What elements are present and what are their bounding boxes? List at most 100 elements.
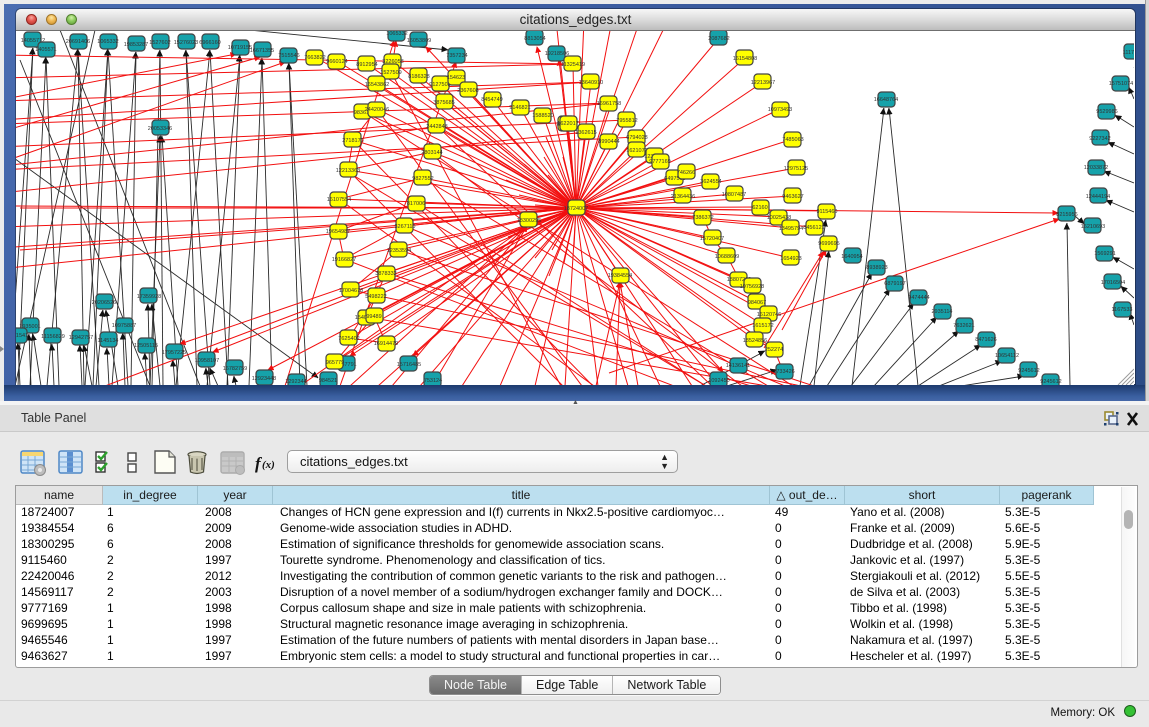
svg-text:12213363: 12213363: [336, 168, 360, 174]
svg-text:8912954: 8912954: [356, 62, 377, 68]
svg-text:16961758: 16961758: [597, 101, 621, 107]
svg-text:12975125: 12975125: [784, 166, 808, 172]
svg-text:1065332: 1065332: [97, 39, 118, 45]
svg-text:7386372: 7386372: [692, 215, 713, 221]
svg-text:984521: 984521: [319, 378, 337, 384]
svg-text:10654112: 10654112: [995, 353, 1019, 359]
svg-text:3624554: 3624554: [700, 179, 721, 185]
svg-text:11156829: 11156829: [41, 334, 65, 340]
svg-text:3267110: 3267110: [394, 224, 415, 230]
svg-text:62160: 62160: [752, 205, 767, 211]
svg-text:18300295: 18300295: [517, 218, 541, 224]
svg-text:9463627: 9463627: [782, 194, 803, 200]
svg-text:9660124: 9660124: [326, 59, 347, 65]
svg-text:(x): (x): [262, 459, 275, 471]
svg-text:7357234: 7357234: [446, 53, 467, 59]
svg-text:8454749: 8454749: [481, 97, 502, 103]
svg-text:3878332: 3878332: [375, 271, 396, 277]
svg-text:1527602: 1527602: [149, 40, 170, 46]
svg-text:12942757: 12942757: [69, 335, 93, 341]
svg-text:1615172: 1615172: [752, 323, 773, 329]
svg-text:252274: 252274: [765, 347, 783, 353]
svg-text:12213967: 12213967: [751, 80, 775, 86]
svg-text:18724007: 18724007: [564, 206, 588, 212]
svg-text:12923448: 12923448: [252, 376, 276, 382]
svg-text:10973493: 10973493: [768, 107, 792, 113]
svg-text:16107554: 16107554: [327, 197, 351, 203]
svg-text:7515546: 7515546: [278, 53, 299, 59]
svg-text:7663822: 7663822: [304, 55, 325, 61]
svg-text:7485063: 7485063: [782, 137, 803, 143]
svg-text:15716485: 15716485: [397, 362, 421, 368]
svg-text:2718176: 2718176: [342, 138, 363, 144]
svg-text:19166827: 19166827: [332, 257, 356, 263]
svg-text:8456121: 8456121: [803, 225, 824, 231]
svg-text:19384554: 19384554: [608, 273, 632, 279]
svg-text:16671355: 16671355: [250, 48, 274, 54]
svg-text:1622017: 1622017: [557, 121, 578, 127]
svg-text:17004678: 17004678: [339, 288, 363, 294]
svg-text:8990444: 8990444: [598, 139, 619, 145]
svg-text:965779: 965779: [326, 360, 344, 366]
svg-text:6794028: 6794028: [626, 135, 647, 141]
svg-text:8938923: 8938923: [866, 265, 887, 271]
svg-text:19853287: 19853287: [124, 42, 148, 48]
svg-text:1527509: 1527509: [380, 70, 401, 76]
svg-text:1065332: 1065332: [386, 31, 407, 37]
svg-text:1362615: 1362615: [575, 130, 596, 136]
svg-text:24420046: 24420046: [365, 107, 389, 113]
svg-text:746266: 746266: [677, 170, 695, 176]
svg-text:99489: 99489: [366, 314, 381, 320]
svg-text:2803144: 2803144: [421, 150, 442, 156]
svg-text:1733426: 1733426: [773, 369, 794, 375]
svg-text:7625402: 7625402: [338, 336, 359, 342]
svg-text:16154808: 16154808: [733, 56, 757, 62]
svg-text:19756928: 19756928: [740, 284, 764, 290]
svg-text:6879197: 6879197: [884, 281, 905, 287]
svg-text:1167533: 1167533: [1111, 307, 1132, 313]
svg-text:3875685: 3875685: [433, 100, 454, 106]
svg-text:7955812: 7955812: [616, 118, 637, 124]
svg-text:9115460: 9115460: [816, 209, 837, 215]
svg-text:8813054: 8813054: [524, 36, 545, 42]
svg-text:14136141: 14136141: [726, 363, 750, 369]
svg-text:1640954: 1640954: [841, 254, 862, 260]
svg-text:12353594: 12353594: [387, 248, 411, 254]
svg-text:10807487: 10807487: [722, 192, 746, 198]
svg-text:8471626: 8471626: [975, 337, 996, 343]
svg-text:753124: 753124: [424, 378, 442, 384]
svg-text:9827552: 9827552: [412, 176, 433, 182]
svg-text:18524856: 18524856: [743, 338, 767, 344]
svg-text:21364436: 21364436: [671, 194, 695, 200]
svg-text:17016504: 17016504: [1101, 280, 1125, 286]
svg-text:12033872: 12033872: [1084, 165, 1108, 171]
svg-text:20691406: 20691406: [66, 39, 90, 45]
svg-text:19654987: 19654987: [326, 229, 350, 235]
svg-text:9474444: 9474444: [908, 295, 929, 301]
svg-text:12444194: 12444194: [1086, 194, 1110, 200]
svg-text:9777169: 9777169: [649, 159, 670, 165]
svg-text:8186328: 8186328: [408, 74, 429, 80]
svg-text:16053809: 16053809: [407, 38, 431, 44]
svg-text:154623: 154623: [447, 75, 465, 81]
svg-text:11325419: 11325419: [561, 62, 585, 68]
svg-text:15276023: 15276023: [174, 40, 198, 46]
svg-text:1588520: 1588520: [532, 113, 553, 119]
svg-text:20206526: 20206526: [92, 300, 116, 306]
svg-text:9529986: 9529986: [1096, 109, 1117, 115]
svg-text:817006: 817006: [407, 201, 425, 207]
svg-text:5498222: 5498222: [365, 294, 386, 300]
svg-text:8215956: 8215956: [1056, 212, 1077, 218]
svg-text:1092450: 1092450: [708, 378, 729, 384]
svg-text:2367608: 2367608: [457, 88, 478, 94]
svg-text:9146821: 9146821: [509, 105, 530, 111]
svg-text:10719155: 10719155: [228, 45, 252, 51]
svg-text:16914479: 16914479: [374, 341, 398, 347]
svg-text:391541: 391541: [16, 333, 28, 339]
svg-text:16782759: 16782759: [223, 366, 247, 372]
svg-text:10688609: 10688609: [715, 254, 739, 260]
svg-text:1569291: 1569291: [1094, 251, 1115, 257]
svg-text:17359928: 17359928: [137, 294, 161, 300]
svg-text:10958107: 10958107: [195, 358, 219, 364]
svg-text:9699695: 9699695: [818, 241, 839, 247]
